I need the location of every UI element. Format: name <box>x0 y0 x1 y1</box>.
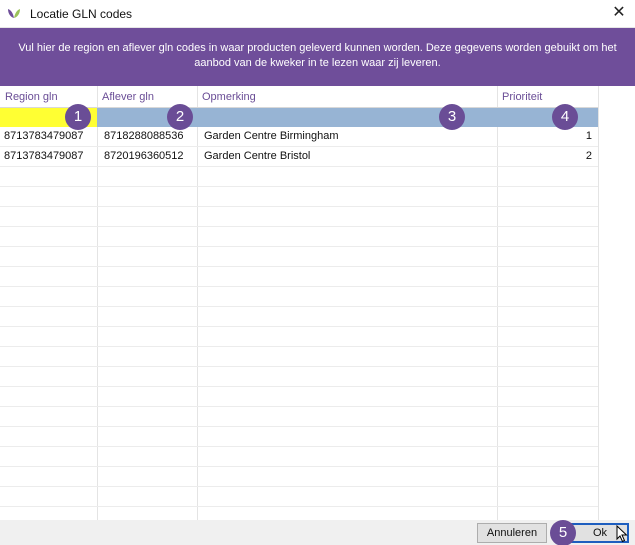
empty-row <box>0 167 598 187</box>
empty-row <box>0 367 598 387</box>
dialog-footer: Annuleren Ok <box>0 520 635 545</box>
empty-row <box>0 227 598 247</box>
empty-row <box>0 507 598 520</box>
column-header-label: Opmerking <box>202 91 256 103</box>
callout-badge-2: 2 <box>167 104 193 130</box>
callout-badge-5: 5 <box>550 520 576 545</box>
column-header-label: Region gln <box>5 91 58 103</box>
empty-row <box>0 207 598 227</box>
cell-region-gln: 8713783479087 <box>4 150 84 162</box>
empty-row <box>0 467 598 487</box>
cell-opmerking: Garden Centre Bristol <box>204 150 311 162</box>
empty-row <box>0 287 598 307</box>
mouse-pointer-icon <box>616 525 628 543</box>
callout-badge-4: 4 <box>552 104 578 130</box>
empty-row <box>0 267 598 287</box>
cell-prioriteit: 2 <box>585 150 592 162</box>
window-title: Locatie GLN codes <box>30 7 133 21</box>
filter-cell-prioriteit[interactable] <box>497 108 598 127</box>
cell-opmerking: Garden Centre Birmingham <box>204 130 339 142</box>
table-row[interactable]: 8713783479087 8718288088536 Garden Centr… <box>0 127 598 147</box>
empty-row <box>0 387 598 407</box>
cell-aflever-gln: 8720196360512 <box>104 150 184 162</box>
cancel-button[interactable]: Annuleren <box>477 523 547 543</box>
cell-region-gln: 8713783479087 <box>4 130 84 142</box>
column-header-label: Aflever gln <box>102 91 154 103</box>
table-row[interactable]: 8713783479087 8720196360512 Garden Centr… <box>0 147 598 167</box>
empty-row <box>0 487 598 507</box>
callout-badge-1: 1 <box>65 104 91 130</box>
gln-grid: Region gln Aflever gln Opmerking Priorit… <box>0 86 635 520</box>
empty-row <box>0 407 598 427</box>
empty-row <box>0 187 598 207</box>
empty-row <box>0 347 598 367</box>
empty-row <box>0 247 598 267</box>
empty-row <box>0 307 598 327</box>
callout-badge-3: 3 <box>439 104 465 130</box>
instruction-banner: Vul hier de region en aflever gln codes … <box>0 28 635 86</box>
empty-row <box>0 447 598 467</box>
cell-prioriteit: 1 <box>585 130 592 142</box>
close-icon[interactable]: ✕ <box>603 0 635 28</box>
empty-row <box>0 427 598 447</box>
cell-aflever-gln: 8718288088536 <box>104 130 184 142</box>
column-header-prioriteit[interactable]: Prioriteit <box>497 86 598 108</box>
leaf-icon <box>8 9 20 18</box>
grid-right-border <box>598 86 599 520</box>
title-bar: Locatie GLN codes ✕ <box>0 0 635 28</box>
column-header-label: Prioriteit <box>502 91 543 103</box>
empty-row <box>0 327 598 347</box>
